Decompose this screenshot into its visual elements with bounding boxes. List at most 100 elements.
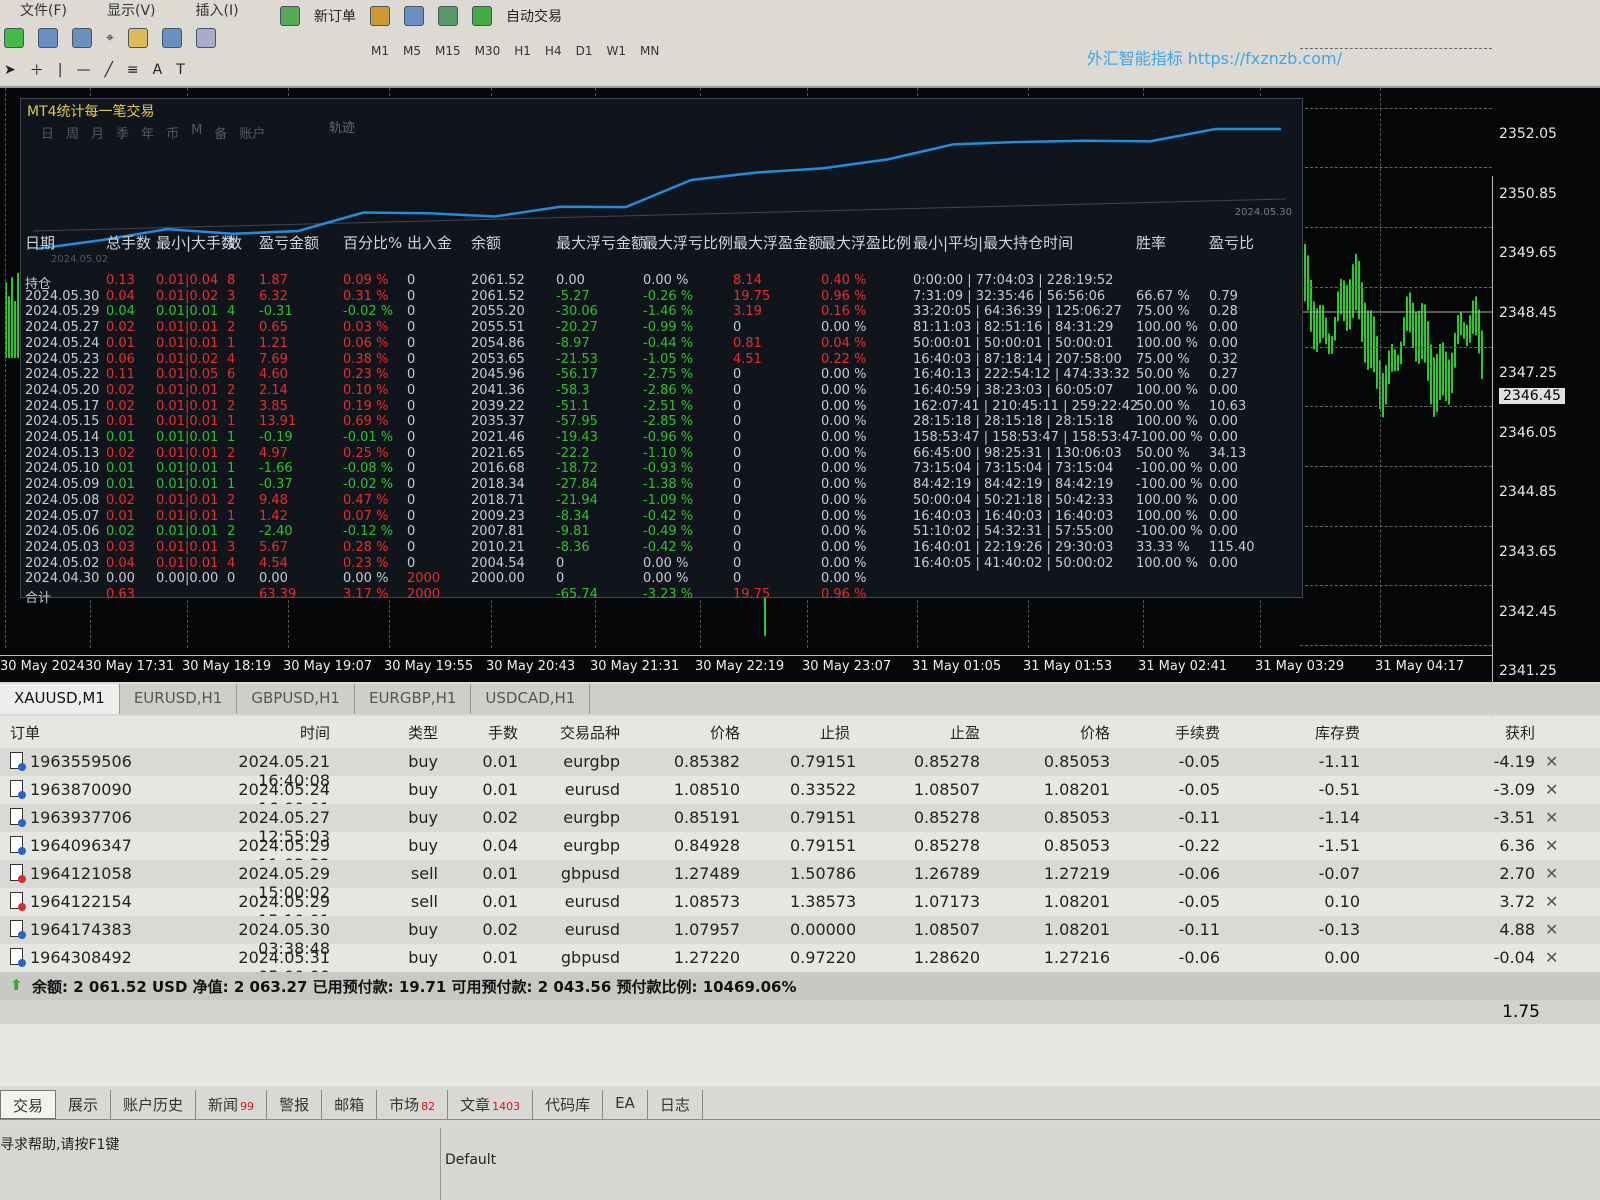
max-float-loss-pct: -0.26 % xyxy=(643,288,694,304)
trendline-icon[interactable]: ╱ xyxy=(104,62,112,78)
table-row[interactable]: 19643084922024.05.31 05:00:00buy0.01gbpu… xyxy=(0,944,1600,986)
navigator-icon[interactable] xyxy=(161,28,182,48)
header-commission[interactable]: 手续费 xyxy=(1160,722,1220,743)
terminal-tab[interactable]: 新闻 99 xyxy=(196,1090,268,1119)
timeframe-h4[interactable]: H4 xyxy=(539,42,568,60)
symbol-tab[interactable]: GBPUSD,H1 xyxy=(237,684,355,714)
terminal-tab[interactable]: 代码库 xyxy=(533,1090,604,1119)
table-row[interactable]: 1963937706 2024.05.27 12:55:03 buy 0.02 eurg… xyxy=(0,804,1600,846)
price-label: 2352.05 xyxy=(1499,126,1557,142)
new-chart-icon[interactable] xyxy=(4,28,24,48)
terminal-tab[interactable]: 邮箱 xyxy=(322,1090,378,1119)
symbol-tab[interactable]: USDCAD,H1 xyxy=(471,684,591,714)
max-float-profit: 0 xyxy=(733,461,742,477)
timeframe-m5[interactable]: M5 xyxy=(397,42,427,60)
symbol-tab[interactable]: EURGBP,H1 xyxy=(355,684,472,714)
close-order-icon[interactable]: ✕ xyxy=(1545,836,1558,855)
max-float-profit-pct: 0.00 % xyxy=(821,414,867,430)
table-row[interactable]: 1964121058 2024.05.29 15:00:02 sell 0.01 gbp… xyxy=(0,860,1600,902)
header-symbol[interactable]: 交易品种 xyxy=(550,722,620,743)
close-order-icon[interactable]: ✕ xyxy=(1545,892,1558,911)
timeframe-h1[interactable]: H1 xyxy=(508,42,537,60)
terminal-tab[interactable]: 日志 xyxy=(648,1090,703,1119)
timeframe-m15[interactable]: M15 xyxy=(429,42,467,60)
timeframe-m1[interactable]: M1 xyxy=(365,42,395,60)
menu-insert[interactable]: 插入(I) xyxy=(196,0,239,20)
close-order-icon[interactable]: ✕ xyxy=(1545,948,1558,967)
stop-loss: 0.97220 xyxy=(790,948,857,967)
terminal-tab[interactable]: 警报 xyxy=(267,1090,323,1119)
terminal-tab[interactable]: 文章 1403 xyxy=(448,1090,534,1119)
win-rate: 100.00 % xyxy=(1136,335,1198,351)
time-label: 30 May 23:07 xyxy=(802,659,892,674)
zoom-icon[interactable] xyxy=(195,28,216,48)
max-float-profit-pct: 0.00 % xyxy=(821,430,867,445)
terminal-tab[interactable]: 展示 xyxy=(56,1090,112,1119)
timeframe-d1[interactable]: D1 xyxy=(570,42,599,60)
summary-arrow-icon: ⬆ xyxy=(10,976,23,994)
signals-icon[interactable] xyxy=(438,6,458,26)
take-profit: 1.08507 xyxy=(913,780,980,799)
header-open-price[interactable]: 价格 xyxy=(660,722,740,743)
max-float-loss: -5.27 xyxy=(556,288,590,304)
lots: 0.04 xyxy=(482,836,518,855)
header-swap[interactable]: 库存费 xyxy=(1290,722,1360,743)
header-order-id[interactable]: 订单 xyxy=(10,722,40,743)
table-row[interactable]: 19640963472024.05.29 11:03:32buy0.04eurg… xyxy=(0,832,1600,874)
terminal-tab[interactable]: EA xyxy=(603,1090,648,1119)
timeframe-m30[interactable]: M30 xyxy=(469,42,507,60)
terminal-tab[interactable]: 账户历史 xyxy=(111,1090,197,1119)
menu-view[interactable]: 显示(V) xyxy=(107,0,156,20)
crosshair-tool-icon[interactable]: ＋ xyxy=(30,60,44,80)
close-order-icon[interactable]: ✕ xyxy=(1545,780,1558,799)
brand-link[interactable]: 外汇智能指标 https://fxznzb.com/ xyxy=(1087,45,1342,69)
profiles-icon[interactable] xyxy=(38,28,58,48)
table-row[interactable]: 19638700902024.05.24 16:00:01buy0.01euru… xyxy=(0,776,1600,818)
fibonacci-icon[interactable]: ≡ xyxy=(127,62,139,78)
timeframe-w1[interactable]: W1 xyxy=(600,42,632,60)
close-order-icon[interactable]: ✕ xyxy=(1545,864,1558,883)
total-lots: 0.02 xyxy=(106,398,135,414)
win-rate: 33.33 % xyxy=(1136,539,1190,555)
horizontal-line-icon[interactable]: — xyxy=(76,62,90,78)
symbol-tab[interactable]: XAUUSD,M1 xyxy=(0,684,120,714)
close-order-icon[interactable]: ✕ xyxy=(1545,920,1558,939)
header-stop-loss[interactable]: 止损 xyxy=(790,722,850,743)
text-icon[interactable]: A xyxy=(153,62,163,78)
crosshair-icon[interactable]: ⌖ xyxy=(106,30,114,46)
table-row[interactable]: 1963559506 2024.05.21 16:40:08 buy 0.01 eurg… xyxy=(0,748,1600,790)
terminal-icon[interactable] xyxy=(404,6,424,26)
header-type[interactable]: 类型 xyxy=(400,722,438,743)
close-order-icon[interactable]: ✕ xyxy=(1545,808,1558,827)
vertical-line-icon[interactable]: | xyxy=(58,62,63,78)
metaeditor-icon[interactable] xyxy=(370,6,390,26)
min-max-lots: 0.01|0.04 xyxy=(156,273,219,288)
grid-line xyxy=(1300,286,1492,288)
header-current-price[interactable]: 价格 xyxy=(1030,722,1110,743)
header-lots[interactable]: 手数 xyxy=(480,722,518,743)
hold-time: 16:40:03 | 16:40:03 | 16:40:03 xyxy=(913,508,1114,524)
header-profit[interactable]: 获利 xyxy=(1490,722,1535,743)
pl-ratio: 115.40 xyxy=(1209,539,1255,555)
terminal-tab[interactable]: 交易 xyxy=(0,1090,57,1119)
new-order-button[interactable]: 新订单 xyxy=(314,6,356,26)
label-icon[interactable]: T xyxy=(176,62,185,78)
timeframe-mn[interactable]: MN xyxy=(634,42,665,60)
terminal-tab[interactable]: 市场 82 xyxy=(377,1090,449,1119)
min-max-lots: 0.01|0.01 xyxy=(156,539,219,555)
table-row[interactable]: 1964174383 2024.05.30 03:38:48 buy 0.02 euru… xyxy=(0,916,1600,958)
header-take-profit[interactable]: 止盈 xyxy=(900,722,980,743)
date: 合计 xyxy=(25,591,52,606)
close-order-icon[interactable]: ✕ xyxy=(1545,752,1558,771)
cursor-icon[interactable]: ➤ xyxy=(4,62,16,78)
menu-file[interactable]: 文件(F) xyxy=(20,0,67,20)
symbol: gbpusd xyxy=(560,948,620,967)
auto-trade-button[interactable]: 自动交易 xyxy=(506,6,562,26)
type: buy xyxy=(408,780,438,799)
percent: 0.69 % xyxy=(343,414,389,430)
favorites-icon[interactable] xyxy=(127,28,148,48)
market-watch-icon[interactable] xyxy=(72,28,92,48)
table-row[interactable]: 19641221542024.05.29 15:10:01sell0.01eur… xyxy=(0,888,1600,930)
header-open-time[interactable]: 时间 xyxy=(180,722,330,743)
symbol-tab[interactable]: EURUSD,H1 xyxy=(120,684,238,714)
